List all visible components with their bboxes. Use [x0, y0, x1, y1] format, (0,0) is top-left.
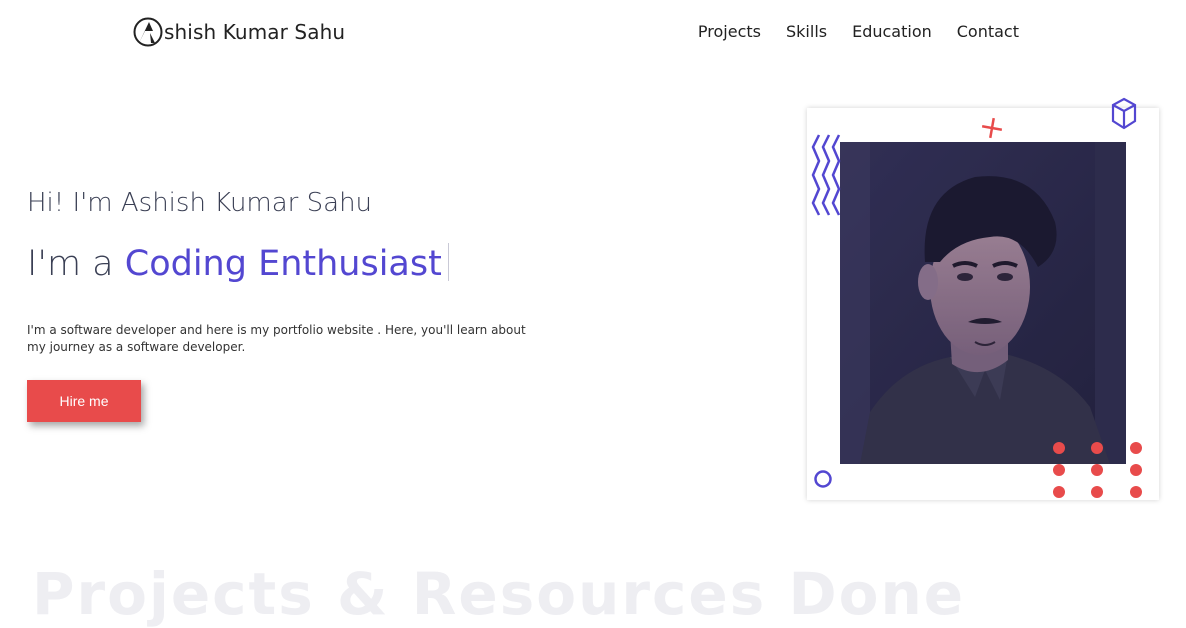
hero-greeting: Hi! I'm Ashish Kumar Sahu: [27, 188, 373, 218]
nav-menu: Projects Skills Education Contact: [698, 22, 1019, 41]
profile-photo: [840, 142, 1126, 464]
hero-role-highlight: Coding Enthusiast: [124, 244, 442, 284]
logo-mark-icon: [133, 17, 163, 47]
nav-item-skills[interactable]: Skills: [786, 22, 827, 41]
zigzag-icon: [811, 134, 841, 216]
dot-grid-icon: [1053, 442, 1142, 498]
top-nav: shish Kumar Sahu Projects Skills Educati…: [0, 0, 1186, 64]
nav-item-contact[interactable]: Contact: [957, 22, 1019, 41]
hero-role: I'm a Coding Enthusiast: [27, 243, 449, 284]
hire-me-button[interactable]: Hire me: [27, 380, 141, 422]
brand-logo[interactable]: shish Kumar Sahu: [133, 16, 345, 48]
typing-caret: [447, 243, 449, 281]
circle-icon: [814, 470, 832, 488]
next-section-heading: Projects & Resources Done: [32, 560, 966, 628]
nav-item-projects[interactable]: Projects: [698, 22, 761, 41]
hero-description: I'm a software developer and here is my …: [27, 323, 526, 354]
cross-icon: [981, 117, 1003, 139]
brand-name: shish Kumar Sahu: [164, 20, 346, 44]
nav-item-education[interactable]: Education: [852, 22, 932, 41]
hero-role-prefix: I'm a: [27, 244, 114, 284]
cube-icon: [1111, 97, 1137, 130]
